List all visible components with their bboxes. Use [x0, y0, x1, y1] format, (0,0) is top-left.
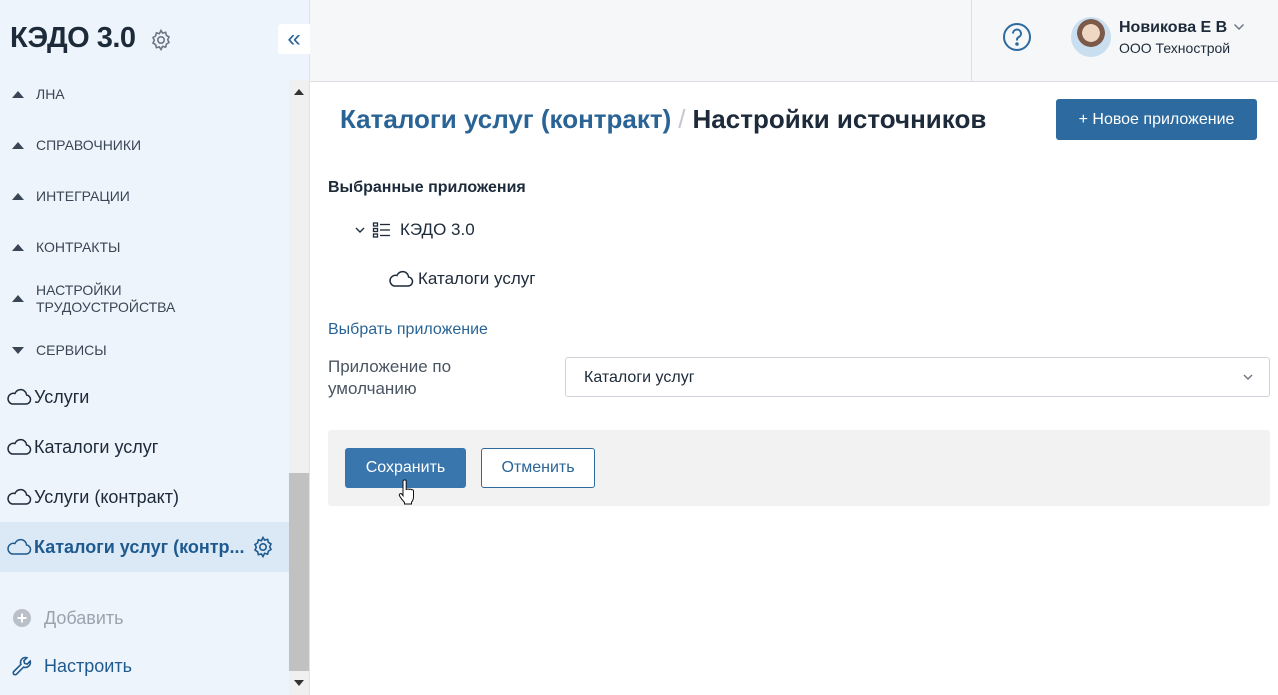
sidebar-group-services[interactable]: СЕРВИСЫ	[0, 342, 289, 359]
breadcrumb-parent-link[interactable]: Каталоги услуг (контракт)	[340, 104, 671, 134]
triangle-up-icon	[12, 243, 24, 251]
sidebar-group-lna[interactable]: ЛНА	[0, 86, 289, 103]
user-name[interactable]: Новикова Е В	[1119, 19, 1227, 37]
form-actions-panel: Сохранить Отменить	[328, 430, 1270, 506]
scrollbar-thumb[interactable]	[289, 473, 309, 671]
selected-apps-title: Выбранные приложения	[328, 179, 526, 196]
default-app-select[interactable]: Каталоги услуг	[565, 357, 1270, 397]
chevron-down-icon[interactable]	[1232, 20, 1246, 34]
plus-circle-icon	[0, 608, 44, 628]
sidebar-item-service-catalogs-contract[interactable]: Каталоги услуг (контр...	[0, 522, 289, 572]
user-organization: ООО Технострой	[1119, 40, 1231, 56]
cloud-icon	[0, 538, 34, 556]
collapse-sidebar-button[interactable]: «	[278, 24, 310, 54]
sidebar-item-label: Услуги	[34, 386, 90, 407]
sidebar-group-label: СПРАВОЧНИКИ	[36, 137, 142, 153]
choose-app-link[interactable]: Выбрать приложение	[328, 321, 488, 339]
triangle-up-icon	[12, 192, 24, 200]
sidebar-scrollbar[interactable]	[289, 80, 309, 695]
sidebar-group-label: СЕРВИСЫ	[36, 342, 107, 358]
app-list-icon	[372, 222, 390, 238]
default-app-label: Приложение по умолчанию	[328, 357, 452, 398]
sidebar-group-label: КОНТРАКТЫ	[36, 239, 121, 255]
tree-node-root[interactable]: КЭДО 3.0	[354, 220, 475, 240]
chevron-down-icon	[1243, 374, 1253, 380]
cancel-button[interactable]: Отменить	[481, 448, 595, 488]
triangle-up-icon	[12, 141, 24, 149]
breadcrumb-separator: /	[678, 104, 686, 134]
cloud-icon	[0, 438, 34, 456]
sidebar-nav: ЛНА СПРАВОЧНИКИ ИНТЕГРАЦИИ КОНТРАКТЫ НАС…	[0, 80, 289, 695]
save-button[interactable]: Сохранить	[345, 448, 466, 488]
tree-node-label: КЭДО 3.0	[400, 220, 475, 239]
sidebar-item-label: Услуги (контракт)	[34, 486, 179, 507]
wrench-icon	[0, 655, 44, 677]
page-title: Настройки источников	[692, 104, 987, 134]
breadcrumb: Каталоги услуг (контракт) / Настройки исто…	[340, 104, 986, 135]
sidebar-group-employment-settings[interactable]: НАСТРОЙКИ ТРУДОУСТРОЙСТВА	[0, 282, 289, 316]
sidebar-group-integrations[interactable]: ИНТЕГРАЦИИ	[0, 188, 289, 205]
add-label: Добавить	[44, 607, 124, 628]
sidebar-item-label: Каталоги услуг	[34, 436, 159, 457]
new-app-button[interactable]: + Новое приложение	[1056, 99, 1257, 140]
sidebar-header: КЭДО 3.0 «	[0, 0, 310, 80]
tree-node-child[interactable]: Каталоги услуг	[388, 269, 535, 289]
chevron-down-icon[interactable]	[354, 224, 366, 236]
tree-node-label: Каталоги услуг	[418, 269, 536, 288]
sidebar-group-directories[interactable]: СПРАВОЧНИКИ	[0, 137, 289, 154]
help-icon[interactable]	[1002, 22, 1032, 52]
triangle-up-icon	[12, 295, 24, 302]
triangle-up-icon	[12, 90, 24, 98]
sidebar-group-label: ЛНА	[36, 86, 65, 102]
scroll-down-arrow-icon[interactable]	[294, 680, 304, 686]
gear-icon[interactable]	[251, 535, 275, 559]
sidebar-group-label: НАСТРОЙКИ ТРУДОУСТРОЙСТВА	[36, 282, 176, 315]
sidebar-group-contracts[interactable]: КОНТРАКТЫ	[0, 239, 289, 256]
cloud-icon	[0, 488, 34, 506]
setup-label: Настроить	[44, 655, 132, 676]
add-button[interactable]: Добавить	[0, 606, 289, 630]
scroll-up-arrow-icon[interactable]	[294, 89, 304, 95]
top-bar: Новикова Е В ООО Технострой	[310, 0, 1278, 82]
sidebar-group-label: ИНТЕГРАЦИИ	[36, 188, 130, 204]
sidebar-item-services-contract[interactable]: Услуги (контракт)	[0, 472, 289, 522]
avatar[interactable]	[1071, 17, 1111, 57]
triangle-down-icon	[12, 346, 24, 354]
cloud-icon	[389, 270, 414, 287]
sidebar-item-services[interactable]: Услуги	[0, 372, 289, 422]
gear-icon[interactable]	[149, 28, 173, 52]
app-title: КЭДО 3.0	[10, 22, 136, 54]
top-bar-divider	[971, 0, 972, 81]
cloud-icon	[0, 388, 34, 406]
setup-button[interactable]: Настроить	[0, 654, 289, 678]
double-chevron-left-icon: «	[287, 25, 301, 52]
default-app-value: Каталоги услуг	[584, 369, 695, 386]
sidebar: КЭДО 3.0 « ЛНА СПРАВОЧНИКИ ИНТЕГРАЦИИ КО…	[0, 0, 310, 695]
sidebar-item-label: Каталоги услуг (контр...	[34, 536, 245, 557]
sidebar-item-service-catalogs[interactable]: Каталоги услуг	[0, 422, 289, 472]
